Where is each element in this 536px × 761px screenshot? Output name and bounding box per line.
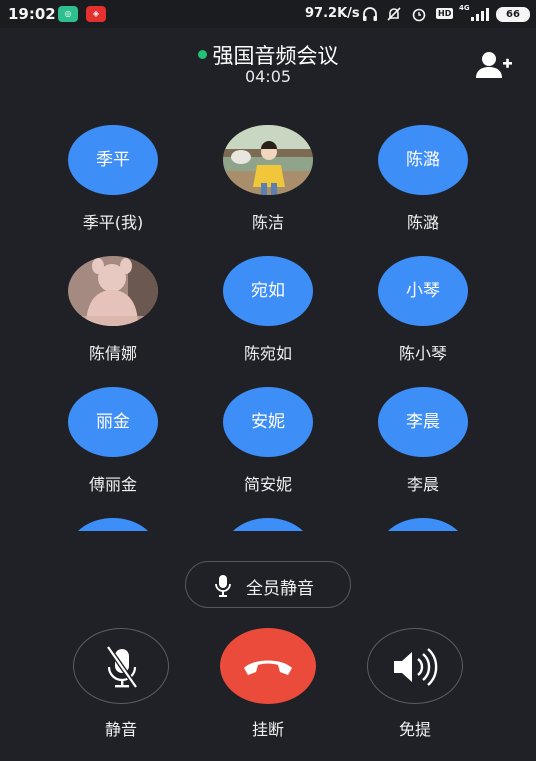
participant-name: 陈宛如 (243, 344, 292, 363)
participant-avatar: 陈潞 (378, 125, 468, 195)
microphone-icon (215, 575, 231, 597)
participant-name: 李晨 (406, 475, 439, 494)
participant-tile[interactable]: 季平 季平(我) (48, 125, 178, 235)
participant-tile-partial[interactable] (203, 518, 333, 531)
mic-off-icon (105, 645, 139, 689)
speaker-button[interactable] (367, 628, 463, 704)
mute-button[interactable] (73, 628, 169, 704)
child-photo-icon (68, 256, 158, 326)
participant-avatar-photo (223, 125, 313, 195)
participant-tile[interactable]: 安妮 简安妮 (203, 387, 333, 497)
girl-photo-icon (223, 125, 313, 195)
participant-avatar: 小琴 (378, 256, 468, 326)
participant-tile-partial[interactable] (358, 518, 488, 531)
hangup-button[interactable] (220, 628, 316, 704)
phone-hangup-icon (244, 660, 292, 675)
participant-name: 季平(我) (82, 213, 144, 232)
participant-avatar (378, 518, 468, 531)
participant-tile[interactable]: 陈洁 (203, 125, 333, 235)
participant-avatar: 季平 (68, 125, 158, 195)
participant-avatar: 丽金 (68, 387, 158, 457)
participant-avatar: 宛如 (223, 256, 313, 326)
participant-tile[interactable]: 李晨 李晨 (358, 387, 488, 497)
participant-grid: 季平 季平(我) 陈洁 陈潞 陈潞 陈倩娜 宛如 陈宛如 小琴 陈小琴 丽金 傅… (0, 0, 536, 531)
participant-avatar-photo (68, 256, 158, 326)
participant-avatar: 李晨 (378, 387, 468, 457)
speaker-label: 免提 (398, 720, 431, 739)
participant-tile[interactable]: 陈潞 陈潞 (358, 125, 488, 235)
participant-tile-partial[interactable] (48, 518, 178, 531)
participant-avatar (68, 518, 158, 531)
participant-name: 陈小琴 (398, 344, 447, 363)
participant-name: 陈洁 (251, 213, 284, 232)
participant-name: 陈倩娜 (88, 344, 137, 363)
participant-avatar: 安妮 (223, 387, 313, 457)
speaker-icon (394, 648, 438, 686)
participant-name: 简安妮 (243, 475, 292, 494)
mute-all-label: 全员静音 (246, 579, 314, 599)
participant-name: 傅丽金 (88, 475, 137, 494)
participant-tile[interactable]: 宛如 陈宛如 (203, 256, 333, 366)
participant-avatar (223, 518, 313, 531)
participant-tile[interactable]: 丽金 傅丽金 (48, 387, 178, 497)
participant-tile[interactable]: 陈倩娜 (48, 256, 178, 366)
mute-all-button[interactable]: 全员静音 (185, 561, 351, 608)
participant-name: 陈潞 (406, 213, 439, 232)
participant-tile[interactable]: 小琴 陈小琴 (358, 256, 488, 366)
mute-label: 静音 (104, 720, 137, 739)
hangup-label: 挂断 (251, 720, 284, 739)
